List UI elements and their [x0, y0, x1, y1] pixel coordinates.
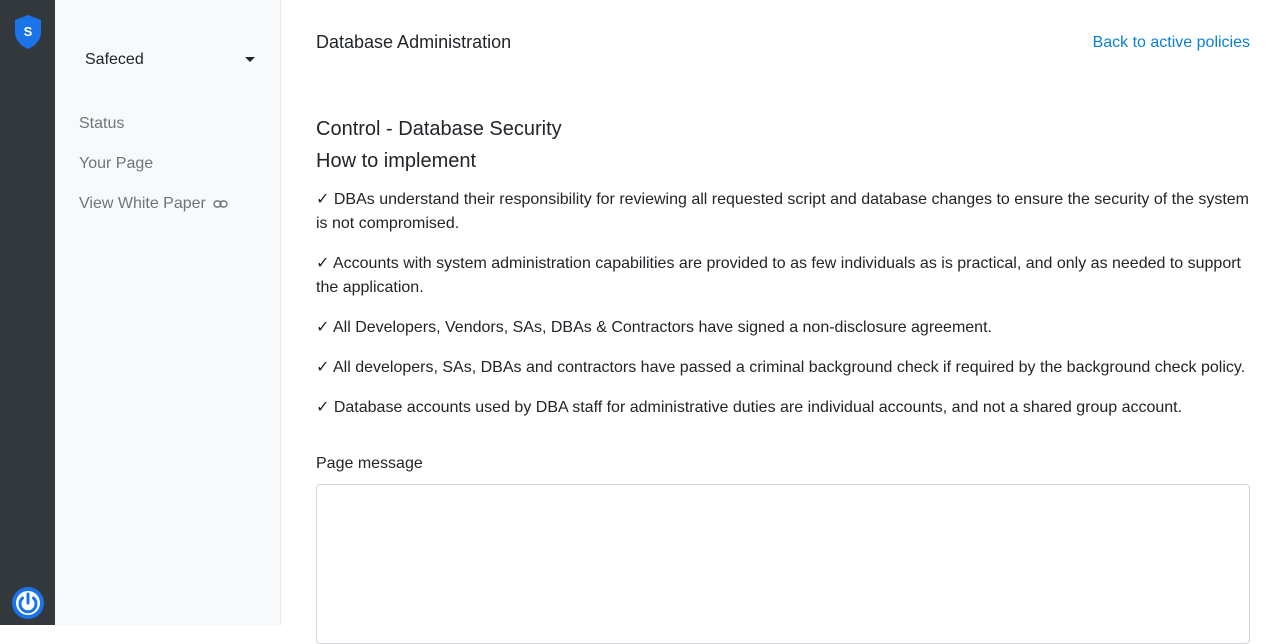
power-icon[interactable]	[11, 586, 45, 620]
shield-logo-icon[interactable]: S	[13, 14, 43, 50]
page-message-input[interactable]	[316, 484, 1250, 644]
sidebar-item-label: Status	[79, 115, 125, 132]
implementation-checklist: ✓ DBAs understand their responsibility f…	[316, 188, 1250, 436]
checklist-item: ✓ All developers, SAs, DBAs and contract…	[316, 359, 1246, 376]
sidebar-item-label: View White Paper	[79, 195, 206, 212]
sidebar-item-status[interactable]: Status	[79, 115, 124, 133]
checklist-item: ✓ DBAs understand their responsibility f…	[316, 191, 1250, 232]
org-selector[interactable]: Safeced	[85, 48, 255, 72]
app-rail: S	[0, 0, 55, 625]
page-title: Database Administration	[316, 32, 512, 52]
sidebar: Safeced Status Your Page View White Pape…	[55, 0, 281, 625]
implement-heading: How to implement	[316, 150, 477, 172]
control-title: Control - Database Security	[316, 118, 562, 140]
main-content: Database Administration Back to active p…	[316, 0, 1250, 644]
caret-down-icon	[245, 57, 255, 62]
back-to-active-policies-link[interactable]: Back to active policies	[1093, 34, 1250, 52]
sidebar-item-label: Your Page	[79, 155, 154, 172]
checklist-item: ✓ Database accounts used by DBA staff fo…	[316, 399, 1183, 416]
checklist-item: ✓ All Developers, Vendors, SAs, DBAs & C…	[316, 319, 992, 336]
org-name: Safeced	[85, 51, 144, 68]
sidebar-item-white-paper[interactable]: View White Paper	[79, 195, 229, 213]
link-icon	[213, 200, 229, 208]
checklist-item: ✓ Accounts with system administration ca…	[316, 255, 1241, 296]
page-message-label: Page message	[316, 455, 423, 472]
sidebar-item-your-page[interactable]: Your Page	[79, 155, 153, 173]
logo-letter: S	[24, 24, 33, 39]
